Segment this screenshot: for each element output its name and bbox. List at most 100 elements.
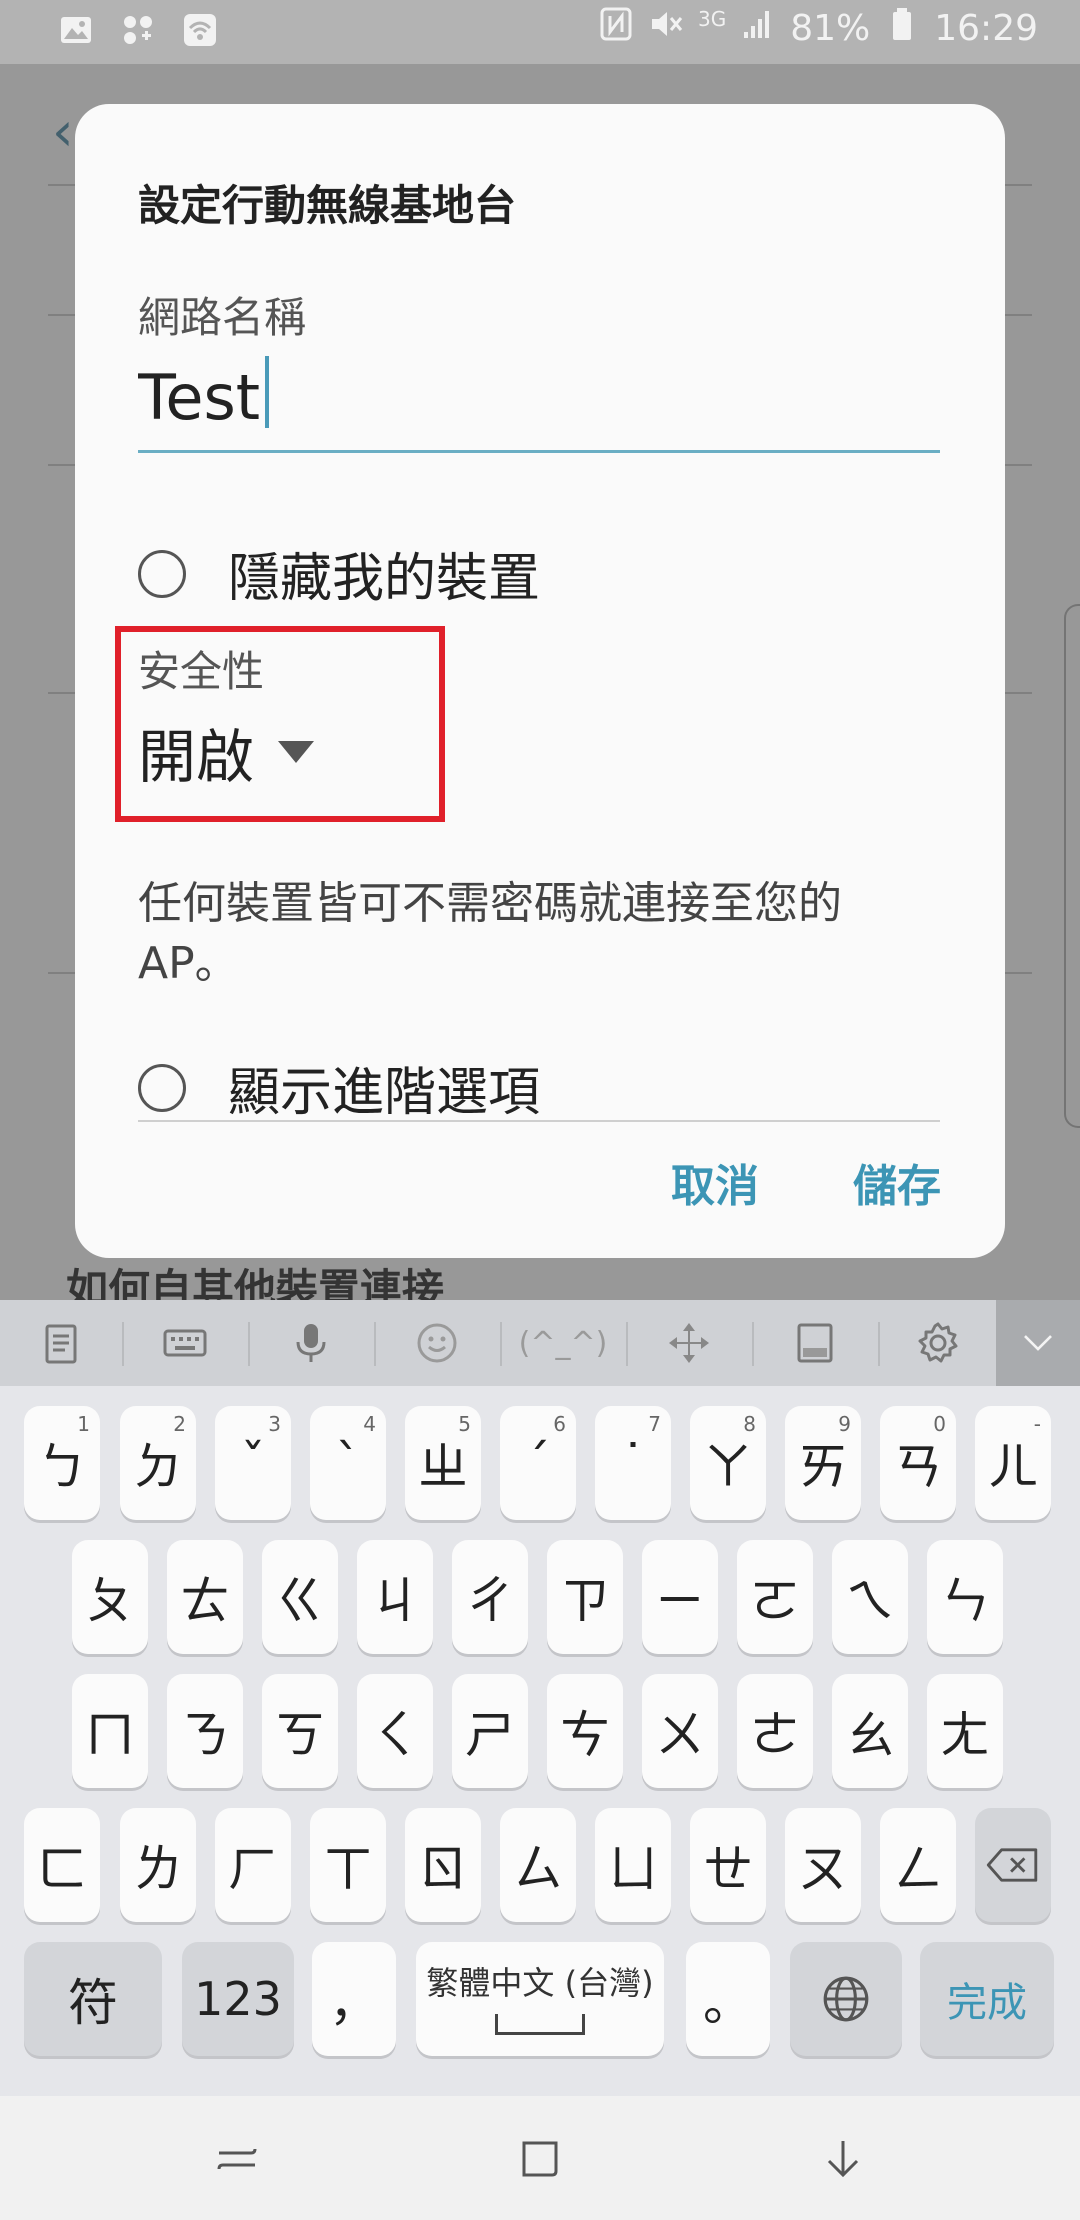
security-selected-value: 開啟 — [138, 723, 255, 791]
key[interactable]: ㄡ — [785, 1808, 861, 1922]
radio-button[interactable] — [138, 549, 186, 598]
keyboard-settings-button[interactable] — [880, 1300, 996, 1386]
key[interactable]: ㄏ — [215, 1808, 291, 1922]
recent-apps-button[interactable] — [202, 2124, 272, 2194]
signal-icon — [740, 6, 776, 51]
space-key[interactable]: 繁體中文 (台灣) — [416, 1942, 664, 2056]
security-description: 任何裝置皆可不需密碼就連接至您的AP。 — [138, 878, 842, 989]
key[interactable]: ㄕ — [452, 1674, 528, 1788]
clock: 16:29 — [934, 8, 1038, 49]
key[interactable]: ㄟ — [832, 1540, 908, 1654]
space-key-label: 繁體中文 (台灣) — [426, 1963, 654, 2002]
symbol-key[interactable]: 符 — [24, 1942, 162, 2056]
key[interactable]: ㄌ — [120, 1808, 196, 1922]
hide-device-label: 隱藏我的裝置 — [228, 549, 541, 609]
key[interactable]: ㄉ2 — [120, 1406, 196, 1520]
four-way-arrow-icon — [669, 1323, 709, 1363]
emoticon-label: (^_^) — [518, 1325, 608, 1361]
advanced-options-label: 顯示進階選項 — [228, 1063, 541, 1123]
key[interactable]: ㄩ — [595, 1808, 671, 1922]
key[interactable]: ˋ4 — [310, 1406, 386, 1520]
key[interactable]: ㄗ — [547, 1540, 623, 1654]
dialog-divider — [138, 1120, 940, 1122]
key[interactable]: ㄢ0 — [880, 1406, 956, 1520]
chevron-down-icon — [1024, 1335, 1052, 1351]
cursor-move-button[interactable] — [628, 1300, 750, 1386]
key[interactable]: ㄑ — [357, 1674, 433, 1788]
key[interactable]: ㄞ9 — [785, 1406, 861, 1520]
key[interactable]: ㄙ — [500, 1808, 576, 1922]
apps-notification-icon — [120, 12, 156, 52]
home-button[interactable] — [505, 2124, 575, 2194]
keyboard-mode-button[interactable] — [124, 1300, 246, 1386]
collapse-toolbar-button[interactable] — [996, 1300, 1080, 1386]
key[interactable]: ˙ 7 — [595, 1406, 671, 1520]
save-button[interactable]: 儲存 — [847, 1140, 947, 1224]
keyboard-icon — [163, 1329, 207, 1357]
key[interactable]: ㄨ — [642, 1674, 718, 1788]
key[interactable]: ㄓ5 — [405, 1406, 481, 1520]
emoticon-button[interactable]: (^_^) — [502, 1300, 624, 1386]
advanced-options-option[interactable]: 顯示進階選項 — [138, 1050, 540, 1125]
key[interactable]: ㄝ — [690, 1808, 766, 1922]
keyboard-size-button[interactable] — [754, 1300, 876, 1386]
key[interactable]: ㄇ — [72, 1674, 148, 1788]
key[interactable]: ㄠ — [832, 1674, 908, 1788]
key[interactable]: ㄜ — [737, 1674, 813, 1788]
navigation-bar — [0, 2096, 1080, 2220]
key[interactable]: ㄍ — [262, 1540, 338, 1654]
key[interactable]: ㄧ — [642, 1540, 718, 1654]
back-button[interactable] — [808, 2124, 878, 2194]
text-cursor — [265, 356, 269, 428]
cancel-button[interactable]: 取消 — [665, 1140, 765, 1224]
key[interactable]: ㄆ — [72, 1540, 148, 1654]
backspace-icon — [986, 1848, 1038, 1882]
key[interactable]: ㄋ — [167, 1674, 243, 1788]
key[interactable]: ㄣ — [927, 1540, 1003, 1654]
number-key[interactable]: 123 — [182, 1942, 294, 2056]
battery-icon — [884, 6, 920, 51]
key[interactable]: ㄐ — [357, 1540, 433, 1654]
key[interactable]: ㄤ — [927, 1674, 1003, 1788]
backspace-key[interactable] — [975, 1808, 1051, 1922]
clipboard-button[interactable] — [0, 1300, 122, 1386]
key[interactable]: ㄚ8 — [690, 1406, 766, 1520]
microphone-icon — [296, 1324, 326, 1362]
key[interactable]: ㄔ — [452, 1540, 528, 1654]
dropdown-triangle-icon — [278, 741, 315, 763]
recent-apps-icon — [217, 2148, 257, 2170]
hide-device-option[interactable]: 隱藏我的裝置 — [138, 536, 540, 611]
network-type-label: 3G — [698, 6, 727, 31]
key[interactable]: ˇ3 — [215, 1406, 291, 1520]
home-square-icon — [522, 2141, 558, 2177]
done-key[interactable]: 完成 — [920, 1942, 1054, 2056]
key[interactable]: ㄅ1 — [24, 1406, 100, 1520]
globe-icon — [823, 1976, 869, 2022]
mobile-hotspot-config-dialog: 設定行動無線基地台 網路名稱 隱藏我的裝置 安全性 開啟 任何裝置皆可不需密碼就… — [75, 104, 1005, 1258]
key[interactable]: ㄘ — [547, 1674, 623, 1788]
mute-icon — [648, 6, 684, 51]
keyboard-toolbar: (^_^) — [0, 1300, 1080, 1386]
key[interactable]: ㄦ- — [975, 1406, 1051, 1520]
period-key[interactable]: 。 — [686, 1942, 770, 2056]
key[interactable]: ㄛ — [737, 1540, 813, 1654]
gallery-notification-icon — [58, 12, 94, 52]
key[interactable]: ㄥ — [880, 1808, 956, 1922]
key[interactable]: ㄈ — [24, 1808, 100, 1922]
security-label: 安全性 — [138, 647, 265, 696]
status-bar: 3G 81% 16:29 — [0, 0, 1080, 64]
key[interactable]: ㄒ — [310, 1808, 386, 1922]
security-dropdown[interactable]: 開啟 — [138, 710, 315, 794]
network-name-input[interactable] — [138, 344, 940, 453]
radio-button[interactable] — [138, 1063, 186, 1112]
key[interactable]: ㄖ — [405, 1808, 481, 1922]
comma-key[interactable]: ， — [312, 1942, 396, 2056]
gear-icon — [918, 1322, 958, 1363]
key[interactable]: ㄊ — [167, 1540, 243, 1654]
emoji-button[interactable] — [376, 1300, 498, 1386]
key[interactable]: ˊ6 — [500, 1406, 576, 1520]
language-key[interactable] — [790, 1942, 902, 2056]
voice-input-button[interactable] — [250, 1300, 372, 1386]
key[interactable]: ㄎ — [262, 1674, 338, 1788]
hotspot-notification-icon — [182, 12, 218, 52]
